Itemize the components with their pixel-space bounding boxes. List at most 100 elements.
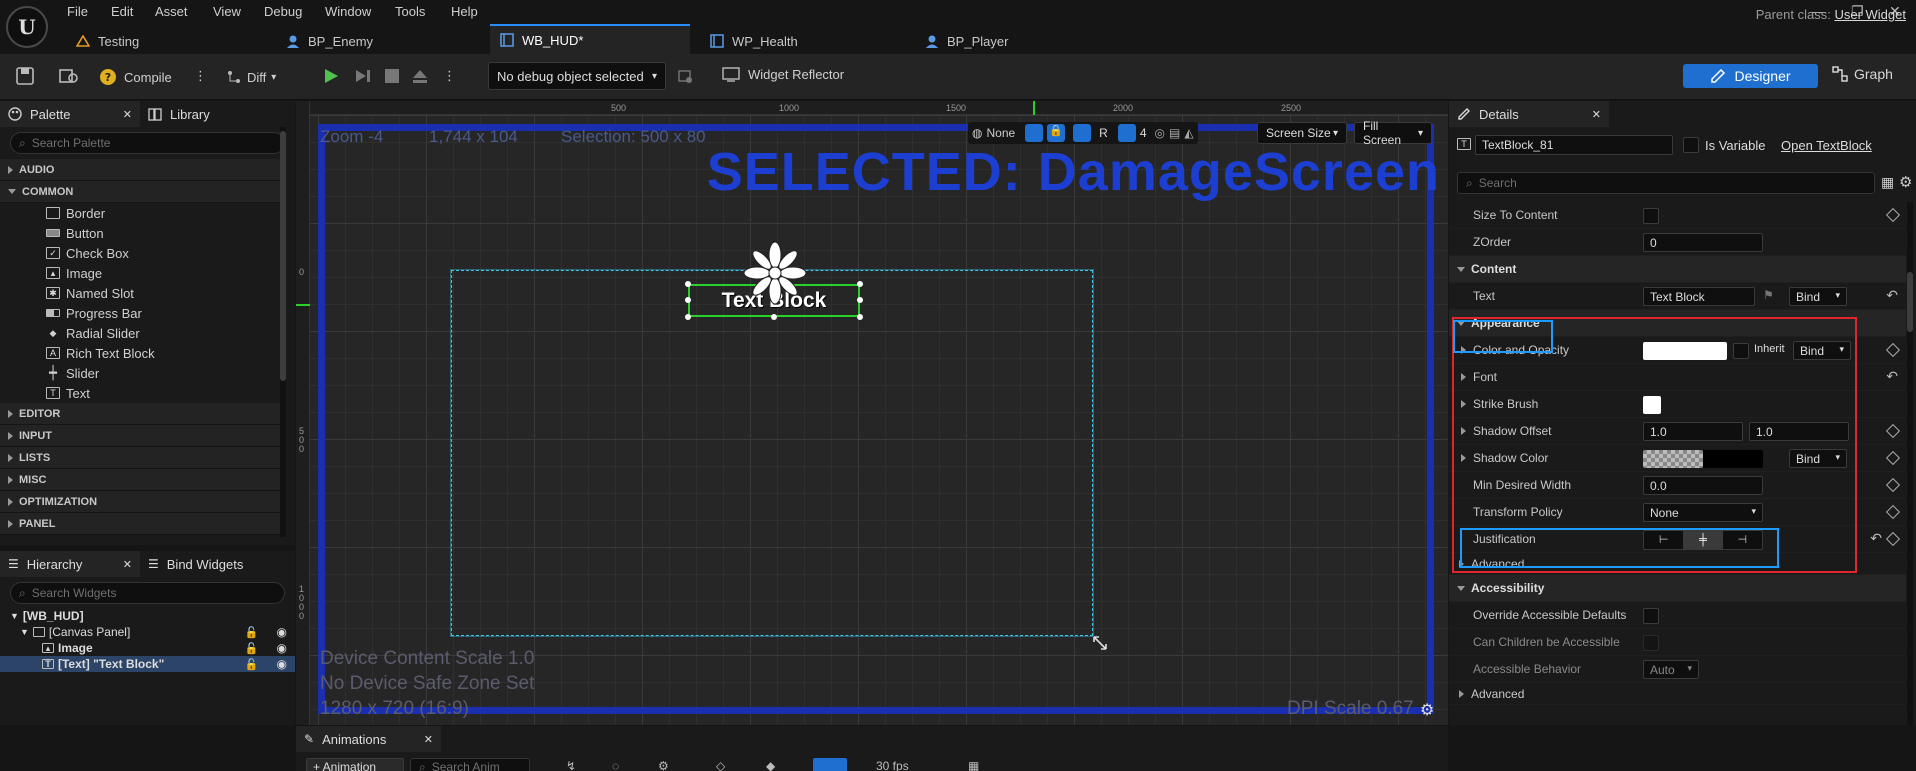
palette-item-named-slot[interactable]: ✱ Named Slot	[0, 283, 280, 303]
widget-name-field[interactable]: TextBlock_81	[1475, 135, 1673, 155]
lock-icon[interactable]: 🔓	[245, 642, 259, 655]
designer-button[interactable]: Designer	[1683, 64, 1818, 88]
details-scrollbar[interactable]	[1907, 202, 1913, 725]
section-accessibility[interactable]: Accessibility	[1449, 575, 1906, 602]
snap-icon[interactable]: ◌	[612, 759, 619, 771]
keyframe-diamond-icon[interactable]	[1885, 504, 1901, 520]
preview-mode-label[interactable]: None	[986, 126, 1015, 140]
menu-file[interactable]: File	[67, 4, 88, 19]
layout-icon[interactable]	[1073, 124, 1092, 142]
palette-item-radial-slider[interactable]: ◆ Radial Slider	[0, 323, 280, 343]
lock-icon[interactable]: 🔒	[1047, 124, 1066, 142]
selection-handle[interactable]	[685, 297, 691, 303]
diff-button[interactable]: Diff ▾	[226, 64, 276, 90]
designer-viewport[interactable]: 500 1000 1500 2000 2500 0 500 1000 Zoom …	[296, 101, 1448, 725]
hierarchy-canvas-panel[interactable]: ▼ [Canvas Panel] 🔓 ◉	[10, 624, 295, 640]
is-variable-checkbox[interactable]	[1683, 137, 1699, 153]
category-optimization[interactable]: OPTIMIZATION	[0, 491, 280, 513]
snapping-toggle[interactable]	[813, 758, 847, 771]
selection-handle[interactable]	[771, 314, 777, 320]
compile-options-icon[interactable]: ⋮	[194, 68, 207, 84]
respect-locks-toggle[interactable]: R	[1099, 126, 1108, 140]
close-icon[interactable]: ✕	[123, 558, 132, 571]
category-audio[interactable]: AUDIO	[0, 159, 280, 181]
selection-handle[interactable]	[857, 281, 863, 287]
play-options-icon[interactable]: ⋮	[443, 68, 456, 84]
outline-icon[interactable]: ◎	[1155, 126, 1165, 140]
tab-bp-player[interactable]: BP_Player	[915, 26, 1115, 56]
keyframe-diamond-icon[interactable]	[1885, 423, 1901, 439]
tab-animations[interactable]: ✎ Animations ✕	[296, 726, 441, 752]
eye-icon[interactable]: ◉	[277, 625, 287, 639]
flag-icon[interactable]: ⚑	[1763, 288, 1774, 302]
globe-icon[interactable]: ◍	[972, 126, 982, 140]
category-panel[interactable]: PANEL	[0, 513, 280, 535]
menu-window[interactable]: Window	[325, 4, 371, 19]
eye-icon[interactable]: ◉	[277, 641, 287, 655]
fps-label[interactable]: 30 fps	[876, 759, 909, 771]
palette-item-text[interactable]: T Text	[0, 383, 280, 403]
palette-item-progress-bar[interactable]: Progress Bar	[0, 303, 280, 323]
settings-gear-icon[interactable]: ⚙	[658, 759, 669, 771]
anchor-flower-icon[interactable]	[743, 241, 807, 305]
selection-handle[interactable]	[857, 297, 863, 303]
lock-icon[interactable]: 🔓	[245, 658, 259, 671]
reset-icon[interactable]: ↶	[1886, 287, 1898, 304]
eject-icon[interactable]	[411, 67, 429, 85]
tab-wp-health[interactable]: WP_Health	[700, 26, 900, 56]
tab-hierarchy[interactable]: ☰ Hierarchy ✕	[0, 551, 140, 577]
reset-icon[interactable]: ↶	[1886, 368, 1898, 385]
palette-item-checkbox[interactable]: ✓ Check Box	[0, 243, 280, 263]
triangle-icon[interactable]: ◭	[1184, 126, 1193, 140]
widget-reflector-button[interactable]: Widget Reflector	[722, 66, 844, 82]
settings-gear-icon[interactable]: ⚙	[1899, 173, 1912, 191]
tab-testing[interactable]: Testing	[66, 26, 266, 56]
keyframe-diamond-icon[interactable]	[1885, 450, 1901, 466]
eye-icon[interactable]: ◉	[277, 657, 287, 671]
key-filled-icon[interactable]: ◆	[766, 759, 775, 771]
keyframe-diamond-icon[interactable]	[1885, 477, 1901, 493]
keyframe-diamond-icon[interactable]	[1885, 531, 1901, 547]
palette-item-rich-text[interactable]: A Rich Text Block	[0, 343, 280, 363]
palette-item-border[interactable]: Border	[0, 203, 280, 223]
palette-scrollbar[interactable]	[280, 127, 286, 537]
debug-object-dropdown[interactable]: No debug object selected ▾	[488, 62, 666, 90]
open-textblock-link[interactable]: Open TextBlock	[1781, 138, 1872, 153]
text-bind-dropdown[interactable]: Bind ▾	[1789, 287, 1847, 306]
accessible-behavior-dropdown[interactable]: Auto ▾	[1643, 660, 1699, 679]
selection-handle[interactable]	[857, 314, 863, 320]
selection-handle[interactable]	[685, 314, 691, 320]
add-animation-button[interactable]: + Animation	[306, 758, 404, 771]
compile-button[interactable]: ? Compile	[98, 64, 172, 90]
menu-edit[interactable]: Edit	[111, 4, 133, 19]
snap-toggle-icon[interactable]	[1025, 124, 1044, 142]
step-icon[interactable]	[354, 67, 372, 85]
details-search-input[interactable]: ⌕ Search	[1457, 172, 1875, 194]
tab-details[interactable]: Details ✕	[1449, 101, 1609, 127]
palette-item-button[interactable]: Button	[0, 223, 280, 243]
menu-help[interactable]: Help	[451, 4, 478, 19]
tab-library[interactable]: Library	[140, 101, 290, 127]
palette-item-image[interactable]: ▴ Image	[0, 263, 280, 283]
reset-icon[interactable]: ↶	[1870, 530, 1882, 547]
play-icon[interactable]	[322, 67, 340, 85]
size-to-content-checkbox[interactable]	[1643, 208, 1659, 224]
palette-search-input[interactable]: ⌕ Search Palette	[10, 132, 285, 154]
hierarchy-root[interactable]: ▼ [WB_HUD]	[10, 608, 295, 624]
grid-snap-value[interactable]: 4	[1140, 126, 1147, 140]
text-field[interactable]: Text Block	[1643, 287, 1755, 306]
animation-search-input[interactable]: ⌕ Search Anim	[410, 758, 530, 771]
key-icon[interactable]: ↯	[566, 759, 576, 771]
grid-snap-icon[interactable]	[1117, 124, 1136, 142]
close-icon[interactable]: ✕	[1592, 108, 1601, 121]
tab-palette[interactable]: Palette ✕	[0, 101, 140, 127]
canvas-panel-bounds[interactable]	[451, 270, 1093, 636]
hierarchy-search-input[interactable]: ⌕ Search Widgets	[10, 582, 285, 604]
keyframe-diamond-icon[interactable]	[1885, 207, 1901, 223]
grid-icon[interactable]: ▦	[968, 759, 979, 771]
tab-bp-enemy[interactable]: BP_Enemy	[276, 26, 476, 56]
table-view-icon[interactable]: ▦	[1881, 174, 1894, 191]
image-icon[interactable]: ▤	[1169, 126, 1180, 140]
debug-filter-icon[interactable]	[677, 68, 693, 84]
category-editor[interactable]: EDITOR	[0, 403, 280, 425]
